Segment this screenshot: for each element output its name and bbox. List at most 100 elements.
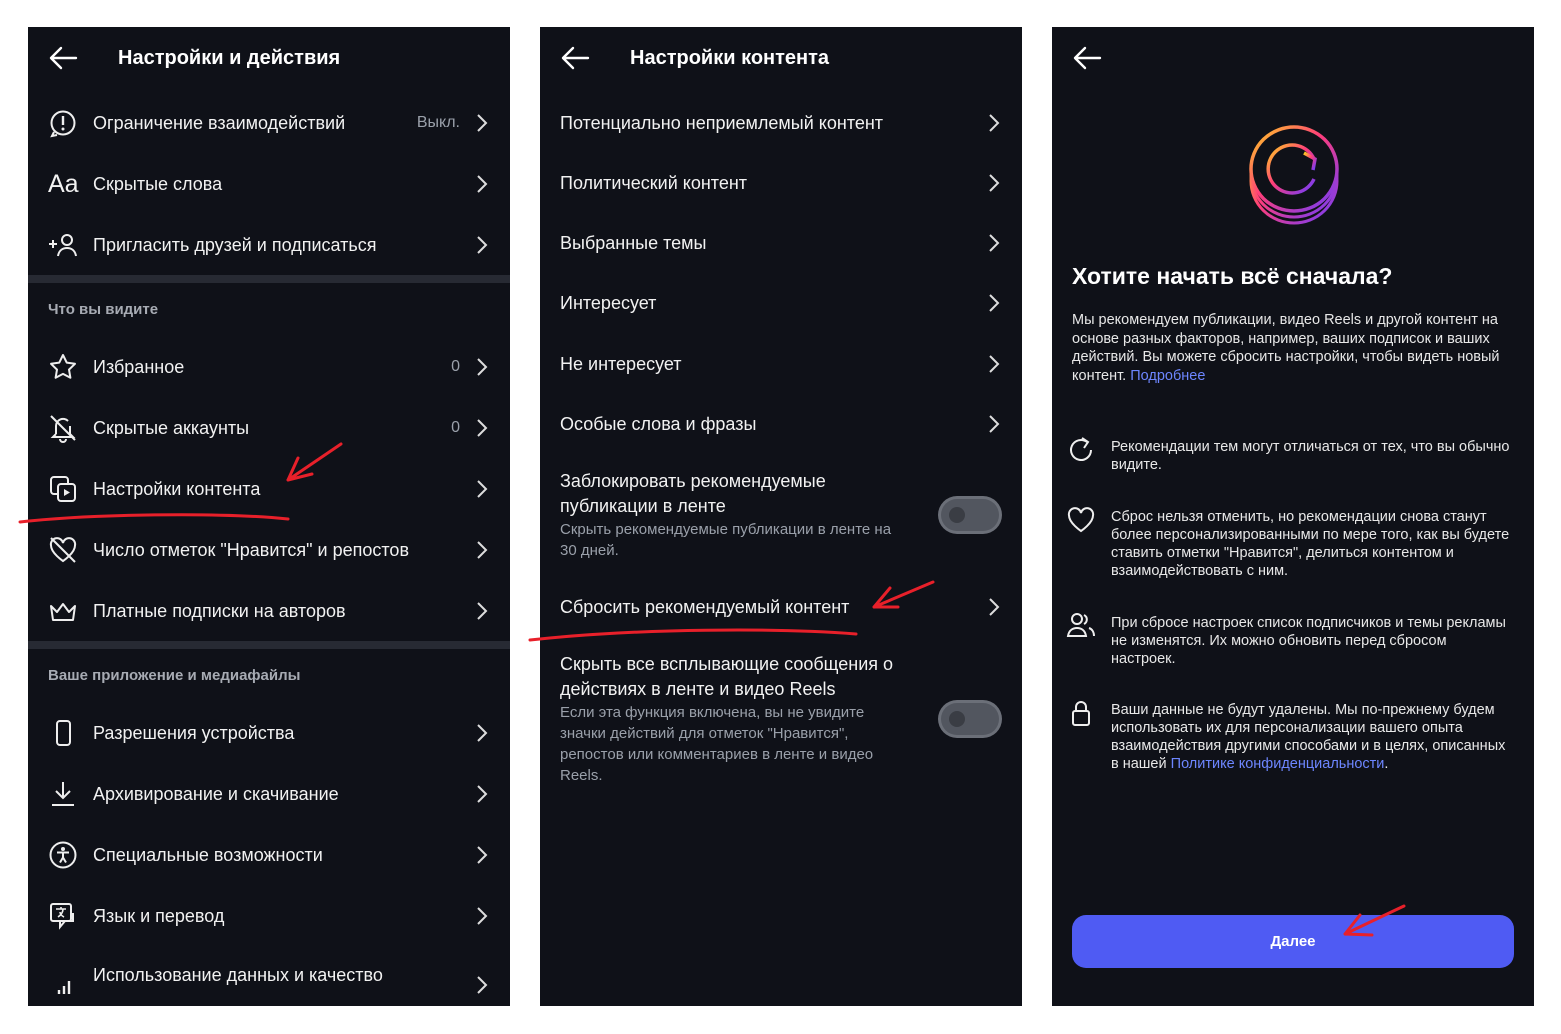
info-text: Рекомендации тем могут отличаться от тех… xyxy=(1111,439,1510,473)
chevron-right-icon xyxy=(989,598,1000,616)
row-interested[interactable]: Интересует xyxy=(540,273,1022,333)
row-language-translation[interactable]: Язык и перевод xyxy=(28,886,510,946)
chevron-right-icon xyxy=(477,602,488,620)
accessibility-icon xyxy=(49,841,77,869)
row-likes-count[interactable]: Число отметок "Нравится" и репостов xyxy=(28,520,510,580)
row-invite-friends[interactable]: Пригласить друзей и подписаться xyxy=(28,215,510,275)
chevron-right-icon xyxy=(477,541,488,559)
next-button[interactable]: Далее xyxy=(1072,915,1514,968)
chevron-right-icon xyxy=(477,175,488,193)
row-label: Язык и перевод xyxy=(93,906,225,926)
row-interaction-limits[interactable]: Ограничение взаимодействий Выкл. xyxy=(28,93,510,153)
chevron-right-icon xyxy=(989,114,1000,132)
phone-icon xyxy=(56,720,71,746)
crown-icon xyxy=(50,603,76,621)
toggle-knob xyxy=(949,507,965,523)
row-label: Сбросить рекомендуемый контент xyxy=(560,597,850,617)
row-paid-subscriptions[interactable]: Платные подписки на авторов xyxy=(28,581,510,641)
signal-bars-icon xyxy=(57,981,71,994)
row-label: Избранное xyxy=(93,357,185,377)
section-title-app-media: Ваше приложение и медиафайлы xyxy=(48,667,301,684)
alert-circle-icon xyxy=(50,110,76,138)
row-data-usage[interactable]: Использование данных и качество xyxy=(28,945,510,1005)
row-content-settings[interactable]: Настройки контента xyxy=(28,459,510,519)
people-icon xyxy=(1066,613,1095,637)
muted-bell-icon xyxy=(50,415,76,443)
row-value: 0 xyxy=(451,358,460,375)
chevron-right-icon xyxy=(477,724,488,742)
content-settings-screen: Настройки контента Потенциально неприемл… xyxy=(540,27,1022,1006)
chevron-right-icon xyxy=(989,174,1000,192)
refresh-icon xyxy=(1070,437,1092,461)
row-sensitive-content[interactable]: Потенциально неприемлемый контент xyxy=(540,93,1022,153)
chevron-right-icon xyxy=(477,419,488,437)
row-label: Пригласить друзей и подписаться xyxy=(93,235,377,255)
row-special-words[interactable]: Особые слова и фразы xyxy=(540,394,1022,454)
row-label: Выбранные темы xyxy=(560,233,707,253)
info-text: Ваши данные не будут удалены. Мы по-преж… xyxy=(1111,701,1511,773)
section-title-what-you-see: Что вы видите xyxy=(48,301,159,318)
row-value: 0 xyxy=(451,419,460,436)
chevron-right-icon xyxy=(989,234,1000,252)
row-accessibility[interactable]: Специальные возможности xyxy=(28,825,510,885)
settings-actions-screen: Настройки и действия Ограничение взаимод… xyxy=(28,27,510,1006)
info-text: Сброс нельзя отменить, но рекомендации с… xyxy=(1111,509,1510,579)
block-feed-toggle[interactable] xyxy=(938,496,1002,534)
section-divider xyxy=(28,641,510,649)
row-label: Ограничение взаимодействий xyxy=(93,113,346,133)
chevron-right-icon xyxy=(477,480,488,498)
chevron-right-icon xyxy=(989,415,1000,433)
row-not-interested[interactable]: Не интересует xyxy=(540,334,1022,394)
privacy-policy-link[interactable]: Политике конфиденциальности xyxy=(1171,756,1385,772)
row-reset-suggested[interactable]: Сбросить рекомендуемый контент xyxy=(540,577,1022,637)
download-icon xyxy=(52,782,74,806)
section-divider xyxy=(28,275,510,283)
row-value: Выкл. xyxy=(416,114,460,131)
row-archive-download[interactable]: Архивирование и скачивание xyxy=(28,764,510,824)
reset-illustration-icon xyxy=(1249,125,1339,225)
translate-icon xyxy=(50,903,74,930)
row-label: Скрытые слова xyxy=(93,174,223,194)
font-aa-icon: Aa xyxy=(48,170,79,198)
star-icon xyxy=(50,354,76,379)
row-device-permissions[interactable]: Разрешения устройства xyxy=(28,703,510,763)
chevron-right-icon xyxy=(477,907,488,925)
row-hidden-words[interactable]: Aa Скрытые слова xyxy=(28,154,510,214)
back-arrow-icon[interactable] xyxy=(48,45,78,71)
row-label: Использование данных и качество xyxy=(93,965,383,985)
row-hidden-accounts[interactable]: Скрытые аккаунты 0 xyxy=(28,398,510,458)
row-favorites[interactable]: Избранное 0 xyxy=(28,337,510,397)
info-text: При сбросе настроек список подписчиков и… xyxy=(1111,615,1506,667)
chevron-right-icon xyxy=(989,294,1000,312)
top-bar: Настройки и действия xyxy=(28,27,510,89)
reset-content-screen: Хотите начать всё сначала? Мы рекомендуе… xyxy=(1052,27,1534,1006)
heart-icon xyxy=(1067,507,1095,533)
reset-heading: Хотите начать всё сначала? xyxy=(1072,263,1393,289)
chevron-right-icon xyxy=(477,236,488,254)
row-label: Платные подписки на авторов xyxy=(93,601,346,621)
block-feed-title: Заблокировать рекомендуемые публикации в… xyxy=(560,471,826,516)
row-selected-topics[interactable]: Выбранные темы xyxy=(540,213,1022,273)
back-arrow-icon[interactable] xyxy=(1072,45,1102,71)
row-political-content[interactable]: Политический контент xyxy=(540,153,1022,213)
chevron-right-icon xyxy=(477,846,488,864)
chevron-right-icon xyxy=(989,355,1000,373)
add-person-icon xyxy=(49,234,77,257)
row-label: Скрытые аккаунты xyxy=(93,418,250,438)
page-title: Настройки контента xyxy=(630,47,830,69)
hide-popups-subtitle: Если эта функция включена, вы не увидите… xyxy=(560,704,874,784)
row-label: Число отметок "Нравится" и репостов xyxy=(93,540,410,560)
back-arrow-icon[interactable] xyxy=(560,45,590,71)
toggle-knob xyxy=(949,711,965,727)
chevron-right-icon xyxy=(477,114,488,132)
lock-icon xyxy=(1072,701,1090,726)
info-text-suffix: . xyxy=(1384,756,1389,772)
chevron-right-icon xyxy=(477,358,488,376)
row-label: Разрешения устройства xyxy=(93,723,295,743)
learn-more-link[interactable]: Подробнее xyxy=(1130,368,1205,384)
top-bar: Настройки контента xyxy=(540,27,1022,89)
chevron-right-icon xyxy=(477,976,488,994)
hide-popups-toggle[interactable] xyxy=(938,700,1002,738)
hide-popups-title: Скрыть все всплывающие сообщения о дейст… xyxy=(560,654,894,699)
row-label: Архивирование и скачивание xyxy=(93,784,339,804)
